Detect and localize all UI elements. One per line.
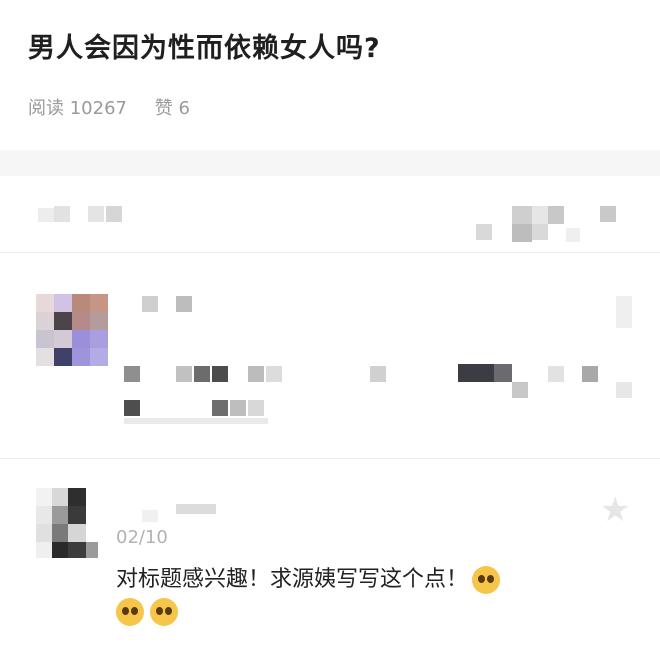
pixelated-text bbox=[248, 366, 264, 382]
pixelated-text bbox=[458, 364, 494, 382]
pixelated-text bbox=[616, 382, 632, 398]
star-icon[interactable]: ★ bbox=[600, 490, 630, 530]
pixelated-text bbox=[142, 296, 158, 312]
pleading-face-emoji-icon bbox=[472, 566, 501, 594]
pixelated-text bbox=[230, 400, 246, 416]
comment-date: 02/10 bbox=[116, 527, 168, 548]
emoji-row bbox=[116, 598, 184, 626]
pixelated-text bbox=[212, 400, 228, 416]
pixelated-text bbox=[494, 364, 512, 382]
pixelated-text bbox=[124, 418, 268, 424]
pixelated-text bbox=[106, 206, 122, 222]
pixelated-text bbox=[582, 366, 598, 382]
pixelated-text bbox=[548, 206, 564, 224]
pixelated-text bbox=[124, 400, 140, 416]
comment-text: 对标题感兴趣！求源姨写写这个点！ bbox=[116, 562, 636, 598]
divider bbox=[0, 252, 660, 253]
pixelated-text bbox=[38, 208, 54, 222]
avatar bbox=[36, 294, 108, 366]
pixelated-text bbox=[532, 224, 548, 240]
pleading-face-emoji-icon bbox=[150, 598, 178, 626]
pixelated-text bbox=[476, 224, 492, 240]
pixelated-text bbox=[548, 366, 564, 382]
divider bbox=[0, 458, 660, 459]
pixelated-text bbox=[532, 206, 548, 224]
pixelated-text bbox=[512, 382, 528, 398]
pixelated-text bbox=[212, 366, 228, 382]
pixelated-text bbox=[176, 296, 192, 312]
pixelated-text bbox=[54, 206, 70, 222]
pixelated-text bbox=[176, 504, 216, 514]
pixelated-text bbox=[194, 366, 210, 382]
pleading-face-emoji-icon bbox=[116, 598, 144, 626]
pixelated-text bbox=[176, 366, 192, 382]
comment-body: 对标题感兴趣！求源姨写写这个点！ bbox=[116, 567, 469, 592]
pixelated-text bbox=[512, 224, 532, 242]
pixelated-text bbox=[142, 510, 158, 522]
read-count: 阅读 10267 bbox=[28, 98, 127, 119]
pixelated-text bbox=[370, 366, 386, 382]
section-gap bbox=[0, 150, 660, 176]
pixelated-text bbox=[266, 366, 282, 382]
pixelated-text bbox=[616, 296, 632, 328]
pixelated-text bbox=[512, 206, 532, 224]
avatar bbox=[36, 488, 98, 558]
post-title: 男人会因为性而依赖女人吗? bbox=[28, 33, 381, 64]
pixelated-text bbox=[88, 206, 104, 222]
pixelated-text bbox=[248, 400, 264, 416]
pixelated-text bbox=[124, 366, 140, 382]
pixelated-text bbox=[566, 228, 580, 242]
post-meta: 阅读 10267 赞 6 bbox=[28, 94, 212, 120]
like-count: 赞 6 bbox=[154, 98, 190, 119]
pixelated-text bbox=[600, 206, 616, 222]
